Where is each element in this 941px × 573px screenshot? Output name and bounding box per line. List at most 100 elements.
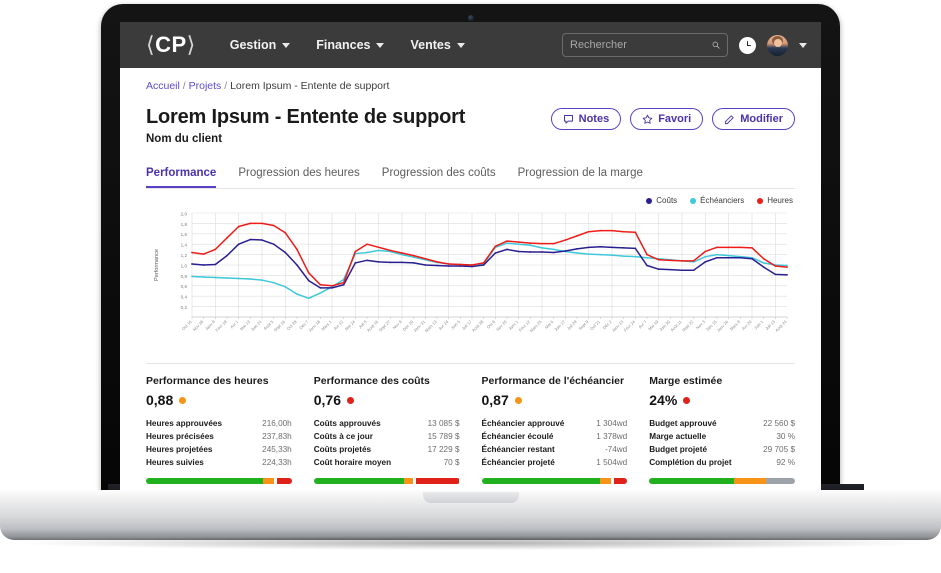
progress-bar-segment xyxy=(481,478,600,484)
legend-item-echeanciers[interactable]: Échéanciers xyxy=(690,196,744,205)
status-badge xyxy=(179,396,187,404)
notes-button[interactable]: Notes xyxy=(550,108,622,130)
laptop-screen: ⟨CP⟩ Gestion Finances Ventes Rechercher … xyxy=(120,22,821,490)
metric-row-label: Échéancier projeté xyxy=(481,458,555,467)
chevron-down-icon xyxy=(282,42,291,48)
star-icon xyxy=(642,114,653,124)
metric-title: Performance des coûts xyxy=(313,375,430,387)
status-badge xyxy=(514,396,522,404)
metric-title: Marge estimée xyxy=(649,375,723,387)
metric-card: Performance des heures 0,88 Heures approuv… xyxy=(146,375,292,484)
svg-text:2,0: 2,0 xyxy=(181,211,188,216)
metric-row-label: Marge actuelle xyxy=(649,432,707,441)
search-input[interactable] xyxy=(570,39,712,51)
svg-text:Nov 28: Nov 28 xyxy=(192,319,205,332)
legend-label-heures: Heures xyxy=(767,196,793,205)
metric-rows: Heures approuvées 216,00h Heures précisées… xyxy=(146,417,292,469)
svg-text:Mai 24: Mai 24 xyxy=(344,319,357,332)
legend-swatch-couts xyxy=(646,197,653,204)
metric-score: 0,87 xyxy=(482,392,628,408)
metric-row: Échéancier approuvé 1 304wd xyxy=(482,417,628,430)
metric-row-label: Échéancier écoulé xyxy=(481,432,554,441)
metric-row-value: 70 $ xyxy=(443,458,460,467)
breadcrumb-separator: / xyxy=(182,80,186,92)
tab-progression-couts[interactable]: Progression des coûts xyxy=(382,167,496,188)
metric-card: Performance de l'échéancier 0,87 Échéancie… xyxy=(481,375,628,484)
app-logo[interactable]: ⟨CP⟩ xyxy=(146,32,196,58)
svg-text:Juin 24: Juin 24 xyxy=(250,319,263,332)
svg-text:Janv 18: Janv 18 xyxy=(307,319,321,333)
metric-row-label: Échéancier restant xyxy=(481,445,555,454)
legend-label-couts: Coûts xyxy=(656,196,678,205)
edit-button-label: Modifier xyxy=(740,113,783,125)
metric-title: Performance des heures xyxy=(146,375,269,387)
progress-bar xyxy=(481,478,628,484)
search-box[interactable] xyxy=(562,33,728,57)
metric-row-value: 1 304wd xyxy=(596,419,628,428)
svg-text:1,2: 1,2 xyxy=(181,253,188,258)
top-navigation-bar: ⟨CP⟩ Gestion Finances Ventes xyxy=(120,22,821,68)
webcam-icon xyxy=(467,15,474,21)
breadcrumb-home[interactable]: Accueil xyxy=(146,80,180,92)
metric-row: Heures précisées 237,83h xyxy=(146,430,292,443)
breadcrumb-projects[interactable]: Projets xyxy=(189,80,222,92)
favorite-button[interactable]: Favori xyxy=(630,108,704,130)
screenshot-stage: ⟨CP⟩ Gestion Finances Ventes Rechercher … xyxy=(0,0,941,573)
performance-chart: 0,2 0,4 0,6 0,8 1,0 1,2 1,4 1,6 1,8 2,0 Performanc… xyxy=(146,207,795,357)
legend-item-couts[interactable]: Coûts xyxy=(646,196,677,205)
svg-text:Juin 5: Juin 5 xyxy=(450,319,462,331)
clock-icon[interactable] xyxy=(739,36,756,54)
chevron-down-icon xyxy=(376,42,385,48)
progress-bar-segment xyxy=(614,478,628,484)
metric-row-value: 92 % xyxy=(776,458,795,467)
metric-row: Budget projeté 29 705 $ xyxy=(649,443,795,456)
svg-text:Févr 24: Févr 24 xyxy=(623,319,637,333)
nav-item-ventes-label: Ventes xyxy=(410,38,451,52)
metric-row-value: -74wd xyxy=(604,445,628,454)
progress-bar-segment xyxy=(765,478,795,484)
tab-performance[interactable]: Performance xyxy=(146,167,217,188)
nav-item-ventes[interactable]: Ventes xyxy=(410,38,465,52)
metric-row-label: Coût horaire moyen xyxy=(313,458,392,467)
metric-rows: Échéancier approuvé 1 304wd Échéancier éco… xyxy=(482,417,628,469)
svg-text:Mars 9: Mars 9 xyxy=(729,319,742,332)
nav-item-finances-label: Finances xyxy=(316,38,371,52)
metric-row: Complétion du projet 92 % xyxy=(649,456,795,469)
metric-row: Échéancier restant -74wd xyxy=(482,443,628,456)
svg-text:Avr 24: Avr 24 xyxy=(438,319,450,331)
avatar[interactable] xyxy=(767,34,788,56)
svg-text:Mars 13: Mars 13 xyxy=(424,319,439,334)
legend-item-heures[interactable]: Heures xyxy=(757,196,793,205)
metric-row-value: 216,00h xyxy=(262,419,292,428)
tab-progression-heures[interactable]: Progression des heures xyxy=(238,167,359,188)
svg-text:Sept 16: Sept 16 xyxy=(273,319,287,333)
metric-row-label: Heures suivies xyxy=(146,458,204,467)
progress-bar-segment xyxy=(415,478,460,484)
edit-button[interactable]: Modifier xyxy=(712,108,795,130)
metric-rows: Budget approuvé 22 560 $ Marge actuelle 30 … xyxy=(649,417,795,469)
header-actions: Notes Favori Modifier xyxy=(550,106,795,130)
progress-bar-segment xyxy=(404,478,413,484)
metric-row-value: 29 705 $ xyxy=(763,445,795,454)
tab-progression-marge[interactable]: Progression de la marge xyxy=(518,167,643,188)
search-icon[interactable] xyxy=(712,39,720,51)
metric-row-value: 224,33h xyxy=(262,458,292,467)
laptop-base xyxy=(0,490,941,540)
metric-score-value: 0,87 xyxy=(481,392,509,408)
metrics-panel: Performance des heures 0,88 Heures approuv… xyxy=(146,363,795,484)
svg-text:Avr 12: Avr 12 xyxy=(333,319,345,331)
chevron-down-icon[interactable] xyxy=(799,42,807,48)
breadcrumb-separator: / xyxy=(224,80,228,92)
metric-row-label: Heures approuvées xyxy=(146,419,222,428)
metric-row: Heures projetées 245,33h xyxy=(146,443,292,456)
nav-item-finances[interactable]: Finances xyxy=(316,38,385,52)
svg-text:1,0: 1,0 xyxy=(181,263,188,268)
nav-item-gestion[interactable]: Gestion xyxy=(230,38,291,52)
laptop-shadow xyxy=(20,536,921,550)
pencil-icon xyxy=(725,114,734,124)
nav-item-gestion-label: Gestion xyxy=(229,38,277,52)
metric-row-value: 1 504wd xyxy=(596,458,628,467)
metric-row-label: Heures précisées xyxy=(146,432,214,441)
chart-legend: Coûts Échéanciers Heures xyxy=(146,196,795,205)
logo-chevron-right: ⟩ xyxy=(186,32,196,57)
